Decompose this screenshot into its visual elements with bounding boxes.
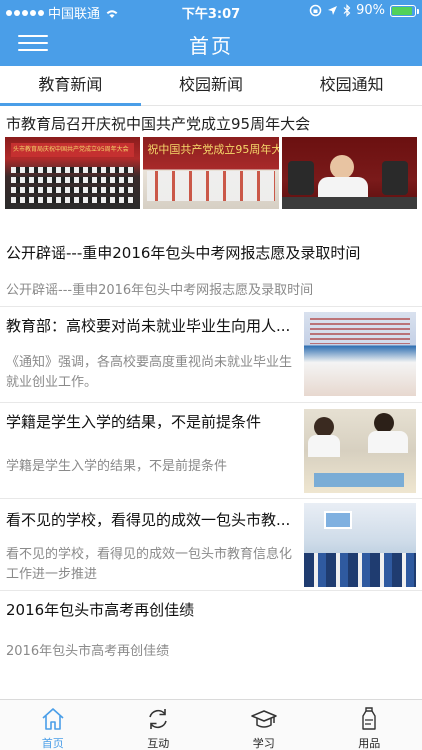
lock-rotation-icon (309, 4, 322, 17)
page-title: 首页 (0, 30, 422, 59)
bottle-icon (356, 706, 382, 732)
photo-banner-text: 头市教育局庆祝中国共产党成立95周年大会 (13, 144, 129, 153)
article-thumbnail (304, 312, 416, 396)
featured-title[interactable]: 市教育局召开庆祝中国共产党成立95周年大会 (6, 113, 310, 134)
article-thumbnail (304, 503, 416, 587)
list-item[interactable]: 公开辟谣---重申2016年包头中考网报志愿及录取时间 公开辟谣---重申201… (0, 216, 422, 307)
tabbar-supplies[interactable]: 用品 (317, 700, 422, 750)
location-icon (327, 5, 338, 16)
graduation-cap-icon (251, 706, 277, 732)
thumb-screen (324, 511, 352, 529)
list-item[interactable]: 2016年包头市高考再创佳绩 2016年包头市高考再创佳绩 (0, 591, 422, 679)
article-desc: 看不见的学校，看得见的成效一包头市教育信息化工作进一步推进 (6, 545, 298, 585)
header: 首页 (0, 22, 422, 66)
article-desc: 《通知》强调，各高校要高度重视尚未就业毕业生就业创业工作。 (6, 353, 298, 393)
photo-chair (382, 161, 408, 195)
thumb-kid (314, 417, 334, 437)
tab-campus-notice[interactable]: 校园通知 (281, 66, 422, 105)
photo-banner-text: 祝中国共产党成立95周年大 (147, 141, 278, 157)
photo-desk (282, 197, 417, 209)
thumb-shirt (308, 435, 340, 457)
thumb-board (310, 318, 410, 344)
thumb-paper (314, 473, 404, 487)
thumb-desks (304, 553, 416, 587)
list-item[interactable]: 看不见的学校，看得见的成效一包头市教... 看不见的学校，看得见的成效一包头市教… (0, 499, 422, 591)
article-desc: 公开辟谣---重申2016年包头中考网报志愿及录取时间 (6, 281, 406, 301)
featured-photo-2[interactable]: 祝中国共产党成立95周年大 (143, 137, 278, 209)
tabbar-label: 学习 (211, 735, 317, 750)
article-title: 看不见的学校，看得见的成效一包头市教... (6, 509, 290, 530)
article-desc: 2016年包头市高考再创佳绩 (6, 642, 406, 662)
article-title: 公开辟谣---重申2016年包头中考网报志愿及录取时间 (6, 242, 360, 263)
tabbar-label: 首页 (0, 735, 106, 750)
list-item[interactable]: 学籍是学生入学的结果，不是前提条件 学籍是学生入学的结果，不是前提条件 (0, 403, 422, 499)
photo-speaker-head (330, 155, 354, 179)
home-icon (40, 706, 66, 732)
audience-row (11, 197, 134, 203)
article-title: 2016年包头市高考再创佳绩 (6, 599, 194, 620)
featured-photo-1[interactable]: 头市教育局庆祝中国共产党成立95周年大会 (5, 137, 140, 209)
thumb-kid (374, 413, 394, 433)
tabbar-study[interactable]: 学习 (211, 700, 317, 750)
article-desc: 学籍是学生入学的结果，不是前提条件 (6, 457, 298, 477)
battery-percent: 90% (356, 3, 385, 18)
photo-people (147, 171, 274, 201)
status-right: 90% (309, 3, 416, 18)
category-tabs: 教育新闻 校园新闻 校园通知 (0, 66, 422, 106)
featured-photo-3[interactable] (282, 137, 417, 209)
tabbar-label: 互动 (106, 735, 212, 750)
tabbar-label: 用品 (317, 735, 422, 750)
bottom-tab-bar: 首页 互动 学习 用品 (0, 699, 422, 750)
tab-education-news[interactable]: 教育新闻 (0, 66, 141, 105)
tabbar-home[interactable]: 首页 (0, 700, 106, 750)
article-title: 教育部：高校要对尚未就业毕业生向用人... (6, 315, 290, 336)
list-item[interactable]: 教育部：高校要对尚未就业毕业生向用人... 《通知》强调，各高校要高度重视尚未就… (0, 307, 422, 403)
top-bar: 中国联通 下午3:07 90% 首 (0, 0, 422, 66)
bluetooth-icon (343, 4, 351, 17)
refresh-icon (145, 706, 171, 732)
photo-chair (288, 161, 314, 195)
article-thumbnail (304, 409, 416, 493)
audience-row (11, 177, 134, 183)
audience-row (11, 167, 134, 173)
news-feed: 市教育局召开庆祝中国共产党成立95周年大会 头市教育局庆祝中国共产党成立95周年… (0, 107, 422, 699)
tabbar-interact[interactable]: 互动 (106, 700, 212, 750)
photo-speaker-body (318, 177, 368, 199)
tab-campus-news[interactable]: 校园新闻 (141, 66, 282, 105)
audience-row (11, 187, 134, 193)
featured-photos[interactable]: 头市教育局庆祝中国共产党成立95周年大会 祝中国共产党成立95周年大 (5, 137, 417, 209)
article-title: 学籍是学生入学的结果，不是前提条件 (6, 411, 261, 432)
thumb-shirt (368, 431, 408, 453)
article-list: 公开辟谣---重申2016年包头中考网报志愿及录取时间 公开辟谣---重申201… (0, 216, 422, 679)
status-bar: 中国联通 下午3:07 90% (0, 0, 422, 22)
battery-icon (390, 5, 416, 17)
